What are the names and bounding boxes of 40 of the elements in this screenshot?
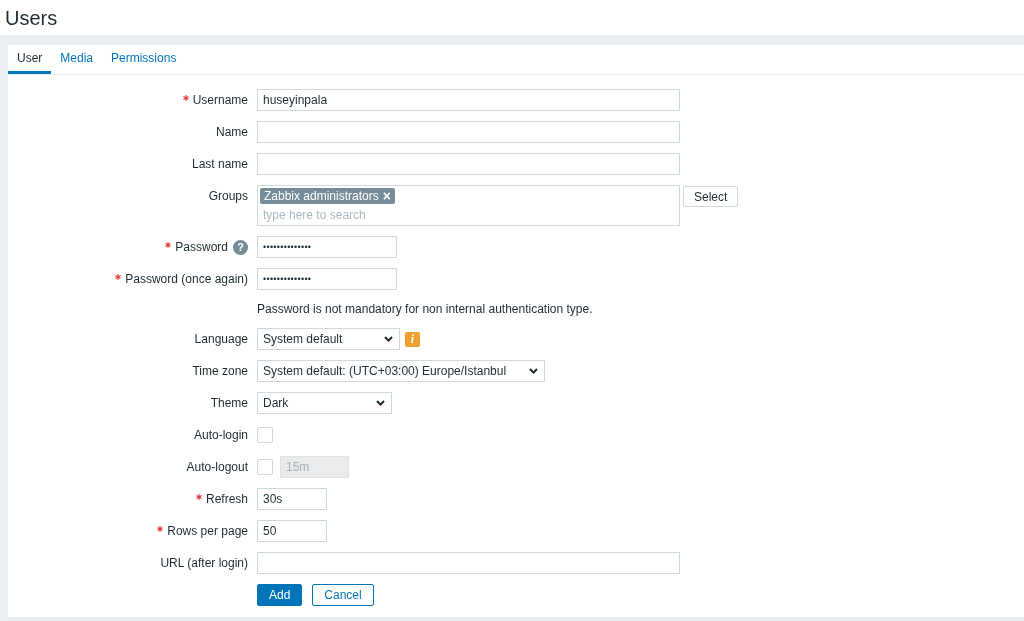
chevron-down-icon	[529, 368, 538, 374]
field-label: Groups	[208, 188, 248, 205]
field-label: Theme	[210, 395, 248, 412]
dropdown[interactable]: Dark	[257, 392, 392, 414]
field-label: Last name	[191, 156, 248, 173]
tag-label: Zabbix administrators	[264, 189, 379, 203]
search-field[interactable]: type here to search	[260, 207, 566, 223]
field-label: Language	[194, 331, 248, 348]
page-title: Users	[5, 5, 58, 30]
tab[interactable]: User	[8, 45, 52, 74]
text-field[interactable]	[257, 153, 680, 175]
tab[interactable]: Permissions	[102, 45, 186, 74]
field-label: Refresh	[205, 491, 248, 508]
field-label: Name	[216, 124, 248, 141]
hint-text: Password is not mandatory for non internal authentication type.	[257, 301, 593, 318]
field-label: Auto-logout	[186, 459, 248, 476]
field-label: Time zone	[192, 363, 248, 380]
field-label: Password	[175, 239, 228, 256]
dropdown[interactable]: System default: (UTC+03:00) Europe/Istanbul	[257, 360, 545, 382]
field-label: URL (after login)	[160, 555, 248, 572]
password-field[interactable]: ••••••••••••••	[257, 268, 397, 290]
field-label: Password (once again)	[125, 271, 248, 288]
text-field[interactable]: huseyinpala	[257, 89, 680, 111]
tab[interactable]: Media	[51, 45, 103, 74]
text-field[interactable]	[257, 121, 680, 143]
cancel-button[interactable]: Cancel	[312, 584, 374, 606]
chevron-down-icon	[384, 336, 393, 342]
text-field[interactable]: 50	[257, 520, 327, 542]
field-label: Rows per page	[167, 523, 248, 540]
add-button[interactable]: Add	[257, 584, 303, 606]
chevron-down-icon	[376, 400, 385, 406]
checkbox[interactable]	[257, 427, 273, 443]
select-button[interactable]: Select	[683, 186, 739, 207]
password-field[interactable]: ••••••••••••••	[257, 236, 397, 258]
field-label: Auto-login	[193, 427, 248, 444]
text-field[interactable]: 30s	[257, 488, 327, 510]
text-field[interactable]	[257, 552, 680, 574]
checkbox[interactable]	[257, 459, 273, 475]
field-label: Username	[192, 92, 248, 109]
dropdown[interactable]: System default	[257, 328, 400, 350]
